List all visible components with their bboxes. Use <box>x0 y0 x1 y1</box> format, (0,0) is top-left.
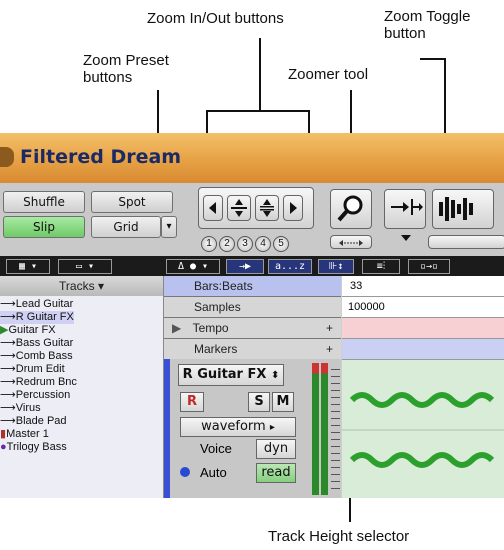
callout-zoom-toggle: Zoom Toggle button <box>384 8 471 42</box>
voice-label: Voice <box>200 441 232 456</box>
timeline-tempo-row <box>342 318 504 339</box>
timeline-panel: 33 100000 <box>342 276 504 498</box>
track-list-item-guitar-fx[interactable]: ▶Guitar FX <box>0 324 56 337</box>
zoom-preset-1[interactable]: 1 <box>201 236 217 252</box>
view-options-strip: ▦ ▾ ▭ ▾ Δ ● ▾ →▶ a...z ⊪↕ ≡⫶ ▫→▫ <box>0 256 504 276</box>
window-title: Filtered Dream <box>20 146 182 168</box>
zoom-horizontal-icon <box>231 199 247 217</box>
protools-edit-window: Filtered Dream Shuffle Spot Slip Grid ▾ … <box>0 133 504 498</box>
mute-button[interactable]: M <box>272 392 294 412</box>
leader-zoom-inout-bar <box>206 110 310 112</box>
audio-waveform <box>342 392 504 468</box>
track-color-strip <box>164 359 170 498</box>
zoom-vertical-icon <box>260 199 274 217</box>
auto-label: Auto <box>200 465 227 480</box>
triangle-right-icon <box>290 202 297 214</box>
callout-track-height: Track Height selector <box>268 528 410 545</box>
zoom-preset-2[interactable]: 2 <box>219 236 235 252</box>
track-list-item-lead-guitar[interactable]: ⟶Lead Guitar <box>0 298 73 311</box>
level-meter-left <box>312 363 319 495</box>
zoom-toggle-button[interactable] <box>384 189 426 229</box>
tab-to-transient-button[interactable]: ▫→▫ <box>408 259 450 274</box>
track-list-item-bass-guitar[interactable]: ⟶Bass Guitar <box>0 337 73 350</box>
snap-button[interactable]: ⊪↕ <box>318 259 354 274</box>
track-list-item-drum-edit[interactable]: ⟶Drum Edit <box>0 363 65 376</box>
grid-mode-button[interactable]: Grid <box>91 216 161 238</box>
ruler-samples[interactable]: Samples <box>164 297 341 318</box>
rulers-panel: Bars:Beats Samples ▶ Tempo + Markers + <box>164 276 341 360</box>
view-menu-1[interactable]: ▦ ▾ <box>6 259 50 274</box>
ruler-bars-beats[interactable]: Bars:Beats <box>164 276 341 297</box>
zoomer-tool-button[interactable] <box>330 189 372 229</box>
track-list-item-blade-pad[interactable]: ⟶Blade Pad <box>0 415 67 428</box>
tracks-list-panel: Tracks ▾ ⟶Lead Guitar ⟶R Guitar FX ▶Guit… <box>0 276 164 498</box>
zoom-toggle-indicator <box>428 235 504 249</box>
slip-mode-button[interactable]: Slip <box>3 216 85 238</box>
timeline-samples-row: 100000 <box>342 297 504 318</box>
track-list-item-percussion[interactable]: ⟶Percussion <box>0 389 70 402</box>
track-list-item-comb-bass[interactable]: ⟶Comb Bass <box>0 350 73 363</box>
track-list-item-master-1[interactable]: ▮Master 1 <box>0 428 49 441</box>
zoom-toggle-dropdown[interactable] <box>400 229 412 241</box>
zoom-in-horizontal-button[interactable] <box>283 195 303 221</box>
double-arrow-icon <box>339 240 363 246</box>
ruler-tempo[interactable]: ▶ Tempo + <box>164 318 341 339</box>
spot-mode-button[interactable]: Spot <box>91 191 173 213</box>
leader-zoom-toggle-horiz <box>420 58 446 60</box>
zoomer-mode-indicator[interactable] <box>330 235 372 249</box>
zoom-horizontal-button[interactable] <box>227 195 251 221</box>
track-playlist-area[interactable] <box>342 360 504 498</box>
chevron-down-icon <box>401 235 411 241</box>
metronome-menu[interactable]: Δ ● ▾ <box>166 259 220 274</box>
shuffle-mode-button[interactable]: Shuffle <box>3 191 85 213</box>
triangle-left-icon <box>209 202 216 214</box>
solo-button[interactable]: S <box>248 392 270 412</box>
waveform-icon <box>439 197 473 221</box>
track-controls: R Guitar FX ⬍ R S M waveform ▸ Voice dyn… <box>164 359 341 498</box>
track-list-item-r-guitar-fx[interactable]: ⟶R Guitar FX <box>0 311 74 324</box>
track-list-item-virus[interactable]: ⟶Virus <box>0 402 41 415</box>
view-menu-2[interactable]: ▭ ▾ <box>58 259 112 274</box>
timeline-markers-row <box>342 339 504 360</box>
tracks-header[interactable]: Tracks ▾ <box>0 276 163 296</box>
track-name-field[interactable]: R Guitar FX ⬍ <box>178 364 284 386</box>
ruler-markers[interactable]: Markers + <box>164 339 341 360</box>
add-tempo-button[interactable]: + <box>326 318 333 338</box>
magnifier-icon <box>337 195 363 222</box>
zoom-toggle-icon <box>391 199 423 215</box>
disclosure-triangle-icon[interactable]: ▶ <box>172 321 181 335</box>
edit-toolbar: Shuffle Spot Slip Grid ▾ 1 2 3 4 5 <box>0 183 504 256</box>
track-view-selector[interactable]: waveform ▸ <box>180 417 296 437</box>
trimmer-tool-button[interactable] <box>432 189 494 229</box>
zoom-vertical-button[interactable] <box>255 195 279 221</box>
zoom-preset-4[interactable]: 4 <box>255 236 271 252</box>
track-list-item-redrum-bnc[interactable]: ⟶Redrum Bnc <box>0 376 77 389</box>
sort-button[interactable]: a...z <box>268 259 312 274</box>
callout-zoomer: Zoomer tool <box>288 66 369 83</box>
zoom-preset-3[interactable]: 3 <box>237 236 253 252</box>
callout-zoom-preset: Zoom Preset buttons <box>83 52 169 86</box>
triangle-right-icon: ▸ <box>269 422 275 433</box>
title-bar: Filtered Dream <box>0 133 504 183</box>
leader-zoom-inout-stem <box>259 38 261 111</box>
timeline-bars-row: 33 <box>342 276 504 297</box>
grid-dropdown[interactable]: ▾ <box>161 216 177 238</box>
track-list-item-trilogy-bass[interactable]: ●Trilogy Bass <box>0 441 67 454</box>
session-icon <box>0 147 14 167</box>
chevron-down-icon: ▾ <box>166 221 172 232</box>
chevron-down-icon: ▾ <box>97 279 104 293</box>
automation-mode-selector[interactable]: read <box>256 463 296 483</box>
grid-lines-button[interactable]: ≡⫶ <box>362 259 400 274</box>
chevron-up-down-icon: ⬍ <box>270 370 280 381</box>
track-height-selector[interactable] <box>331 363 340 495</box>
link-timeline-button[interactable]: →▶ <box>226 259 264 274</box>
zoom-preset-5[interactable]: 5 <box>273 236 289 252</box>
record-enable-button[interactable]: R <box>180 392 204 412</box>
add-marker-button[interactable]: + <box>326 339 333 359</box>
callout-zoom-inout: Zoom In/Out buttons <box>147 10 284 27</box>
automation-icon[interactable] <box>180 467 190 477</box>
level-meter-right <box>321 363 328 495</box>
voice-selector[interactable]: dyn <box>256 439 296 459</box>
zoom-out-horizontal-button[interactable] <box>203 195 223 221</box>
